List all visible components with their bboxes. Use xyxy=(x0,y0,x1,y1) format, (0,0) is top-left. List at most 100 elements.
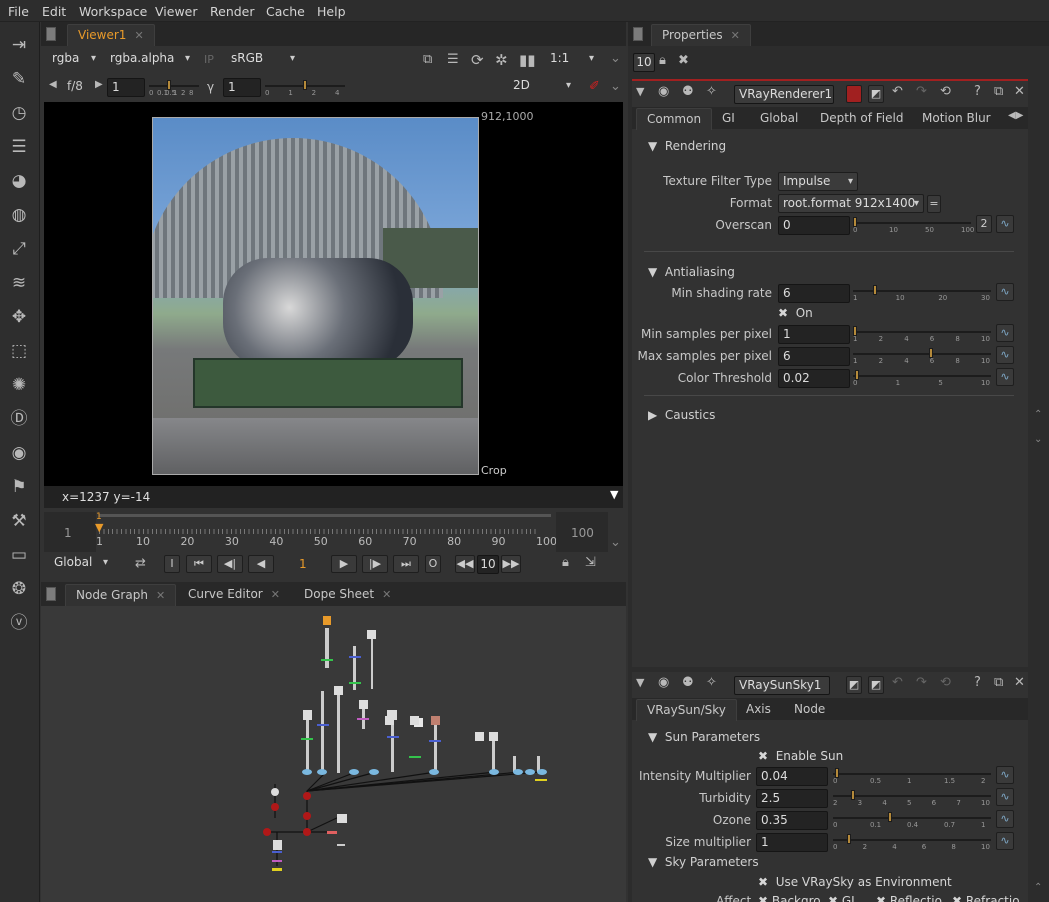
close-icon[interactable]: ✕ xyxy=(134,29,143,42)
gain-slider[interactable]: 0 0.1 0.5 1 2 8 xyxy=(149,78,199,97)
furnace-icon[interactable]: ❂ xyxy=(8,578,30,600)
tab-node-graph[interactable]: Node Graph ✕ xyxy=(65,584,177,606)
view-mode-dropdown[interactable]: 2D xyxy=(509,77,575,96)
color-swatch[interactable] xyxy=(846,85,862,103)
tab-node[interactable]: Node xyxy=(784,699,835,721)
overscan-field[interactable]: 0 xyxy=(778,216,850,235)
ip-button[interactable]: IP xyxy=(204,53,214,66)
affect-reflection-checkbox[interactable]: ✖ Reflectio xyxy=(876,894,942,902)
wipe-icon[interactable]: ☰ xyxy=(447,52,459,67)
caustics-section[interactable]: ▶ Caustics xyxy=(648,408,715,422)
colorspace-dropdown[interactable]: sRGB xyxy=(227,50,299,69)
timeline-start-box[interactable]: 1 xyxy=(44,512,96,552)
animation-menu-icon[interactable]: ∿ xyxy=(996,283,1014,301)
menu-viewer[interactable]: Viewer xyxy=(155,4,198,19)
scroll-up-icon[interactable]: ⌃ xyxy=(1034,882,1042,893)
tab-common[interactable]: Common xyxy=(636,108,713,130)
help-icon[interactable]: ? xyxy=(974,84,981,99)
expand-icon[interactable]: ⌄ xyxy=(610,79,621,94)
metadata-icon[interactable]: ⚑ xyxy=(8,476,30,498)
merge-icon[interactable]: ≋ xyxy=(8,272,30,294)
tab-motion-blur[interactable]: Motion Blur xyxy=(912,108,1001,130)
panel-grip[interactable] xyxy=(46,587,56,601)
properties-scrollbar[interactable]: ⌃ ⌄ xyxy=(1028,79,1049,667)
first-frame-button[interactable]: ⏮ xyxy=(186,555,212,573)
affect-refraction-checkbox[interactable]: ✖ Refractio xyxy=(952,894,1020,902)
playhead-icon[interactable]: ▼ xyxy=(95,521,103,534)
step-forward-button[interactable]: ▶▶ xyxy=(501,555,521,573)
lock-icon[interactable]: 🔒︎ xyxy=(562,555,569,570)
vray-icon[interactable]: ⓥ xyxy=(8,612,30,634)
slider-knob[interactable] xyxy=(851,790,855,800)
step-back-button[interactable]: ◀◀ xyxy=(455,555,475,573)
info-menu-icon[interactable]: ▼ xyxy=(610,488,618,501)
wrench-icon[interactable]: ✧ xyxy=(706,675,717,690)
wrench-icon[interactable]: ✧ xyxy=(706,84,717,99)
collapse-icon[interactable]: ▼ xyxy=(636,676,644,689)
pause-icon[interactable]: ▮▮ xyxy=(519,51,536,69)
play-backward-button[interactable]: ◀ xyxy=(248,555,274,573)
slider-knob[interactable] xyxy=(303,80,307,90)
menu-help[interactable]: Help xyxy=(317,4,346,19)
overscan-slider[interactable]: 0 10 50 100 xyxy=(853,215,974,234)
animation-menu-icon[interactable]: ∿ xyxy=(996,766,1014,784)
slider-knob[interactable] xyxy=(873,285,877,295)
slider-knob[interactable] xyxy=(847,834,851,844)
viewer-icon[interactable]: ◉ xyxy=(658,675,669,690)
redo-icon[interactable]: ↷ xyxy=(916,675,927,690)
views-icon[interactable]: ◉ xyxy=(8,442,30,464)
loop-icon[interactable]: ⇄ xyxy=(135,556,146,571)
toolsets-icon[interactable]: ⚒ xyxy=(8,510,30,532)
intensity-slider[interactable]: 0 0.5 1 1.5 2 xyxy=(833,766,991,785)
clear-panels-icon[interactable]: ✖ xyxy=(678,53,689,68)
node-icon[interactable]: ⚉ xyxy=(682,675,694,690)
gamma-field[interactable]: 1 xyxy=(223,78,261,97)
roi-icon[interactable]: ⧉ xyxy=(423,52,432,67)
channel-icon[interactable]: ☰ xyxy=(8,136,30,158)
node-icon[interactable]: ⚉ xyxy=(682,84,694,99)
enable-sun-checkbox[interactable]: ✖ Enable Sun xyxy=(758,749,843,763)
max-panels-field[interactable]: 10 xyxy=(633,53,655,72)
color-threshold-field[interactable]: 0.02 xyxy=(778,369,850,388)
tab-scroll-icon[interactable]: ◀▶ xyxy=(1008,110,1023,121)
last-frame-button[interactable]: ⏭ xyxy=(393,555,419,573)
timeline[interactable]: 1 ▼ 1 10 20 30 40 50 60 70 80 90 100 xyxy=(95,512,557,550)
gain-field[interactable]: 1 xyxy=(107,78,145,97)
color-swatch[interactable]: ◩ xyxy=(846,676,862,694)
keyer-icon[interactable]: ⤢ xyxy=(8,238,30,260)
timeline-end-box[interactable]: 100 xyxy=(556,512,608,552)
tab-axis[interactable]: Axis xyxy=(736,699,781,721)
scroll-up-icon[interactable]: ⌃ xyxy=(1034,409,1042,420)
animation-menu-icon[interactable]: ∿ xyxy=(996,832,1014,850)
hide-panel-icon[interactable]: ⇥ xyxy=(8,34,30,56)
tab-vraysun-sky[interactable]: VRaySun/Sky xyxy=(636,699,737,721)
viewer-canvas[interactable]: 912,1000 Crop xyxy=(44,102,623,486)
animation-menu-icon[interactable]: ∿ xyxy=(996,368,1014,386)
tile-color-button[interactable]: ◩ xyxy=(868,85,884,103)
min-samples-slider[interactable]: 1 2 4 6 8 10 xyxy=(853,324,991,343)
max-samples-slider[interactable]: 1 2 4 6 8 10 xyxy=(853,346,991,365)
close-icon[interactable]: ✕ xyxy=(1014,675,1025,690)
help-icon[interactable]: ? xyxy=(974,675,981,690)
float-icon[interactable]: ⧉ xyxy=(994,84,1003,99)
min-shading-slider[interactable]: 1 10 20 30 xyxy=(853,283,991,302)
turbidity-field[interactable]: 2.5 xyxy=(756,789,828,808)
tab-depth-of-field[interactable]: Depth of Field xyxy=(810,108,913,130)
min-samples-field[interactable]: 1 xyxy=(778,325,850,344)
deep-icon[interactable]: Ⓓ xyxy=(8,408,30,430)
rendering-section[interactable]: ▼ Rendering xyxy=(648,139,726,153)
menu-workspace[interactable]: Workspace xyxy=(79,4,147,19)
channels-dropdown[interactable]: rgba xyxy=(48,50,100,69)
animation-menu-icon[interactable]: ∿ xyxy=(996,324,1014,342)
other-icon[interactable]: ▭ xyxy=(8,544,30,566)
menu-cache[interactable]: Cache xyxy=(266,4,305,19)
undo-icon[interactable]: ↶ xyxy=(892,84,903,99)
scroll-down-icon[interactable]: ⌄ xyxy=(1034,434,1042,445)
next-stop-icon[interactable]: ▶ xyxy=(95,79,103,90)
animation-menu-icon[interactable]: ∿ xyxy=(996,346,1014,364)
max-samples-field[interactable]: 6 xyxy=(778,347,850,366)
sunsky-name-field[interactable]: VRaySunSky1 xyxy=(734,676,830,695)
tile-color-button[interactable]: ◩ xyxy=(868,676,884,694)
sun-params-section[interactable]: ▼ Sun Parameters xyxy=(648,730,760,744)
safe-area-icon[interactable]: ✲ xyxy=(495,51,508,69)
